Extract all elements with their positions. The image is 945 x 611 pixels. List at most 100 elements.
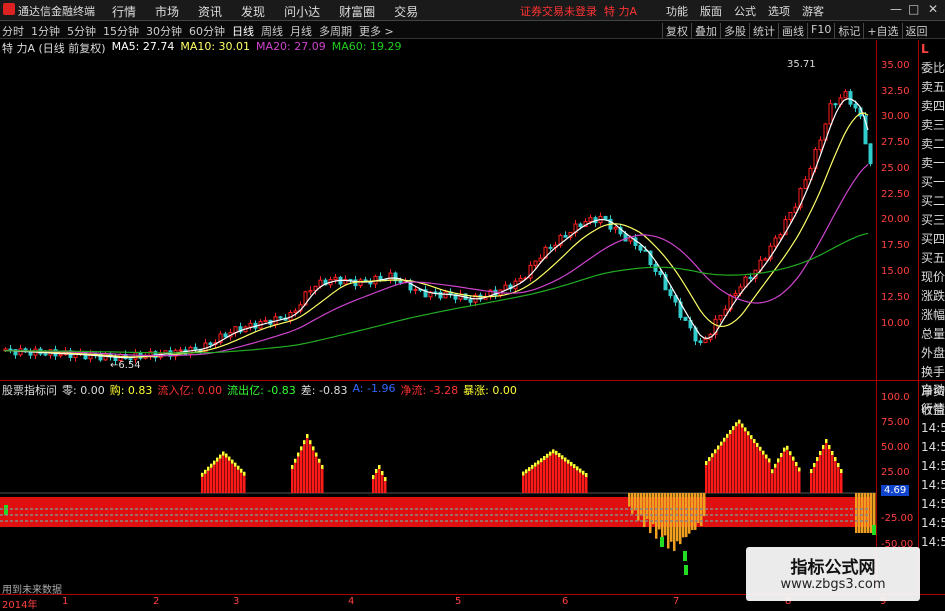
maximize-icon[interactable]: □ — [908, 2, 919, 16]
tool-multi-stock[interactable]: 多股 — [720, 23, 749, 39]
inflow-bar — [207, 470, 210, 493]
menu-trade[interactable]: 交易 — [394, 3, 418, 20]
inflow-bar — [756, 446, 759, 493]
inflow-bar — [312, 450, 315, 493]
inflow-cap — [708, 457, 711, 462]
time-label: 3 — [233, 596, 240, 607]
menu-formula[interactable]: 公式 — [734, 3, 756, 19]
menu-options[interactable]: 选项 — [768, 3, 790, 19]
inflow-bar — [231, 463, 234, 493]
inflow-cap — [798, 467, 801, 472]
tool-back[interactable]: 返回 — [901, 23, 931, 39]
indicator-current-value: 4.69 — [881, 485, 910, 496]
tool-draw[interactable]: 画线 — [778, 23, 807, 39]
candle — [658, 270, 663, 276]
tool-adjust[interactable]: 复权 — [662, 23, 691, 39]
side-item[interactable]: 涨幅 — [919, 306, 945, 325]
inflow-bar — [834, 461, 837, 493]
tab-intraday[interactable]: 分时 — [2, 23, 24, 39]
side-item[interactable]: 卖四 — [919, 97, 945, 116]
inflow-cap — [579, 468, 582, 473]
side-item[interactable]: 行情 — [919, 400, 945, 419]
tab-multi-period[interactable]: 多周期 — [319, 23, 352, 39]
indicator-tick: -25.00 — [881, 513, 914, 524]
outflow-bar — [861, 493, 864, 533]
inflow-cap — [522, 471, 525, 476]
side-item[interactable]: 买四 — [919, 230, 945, 249]
menu-wealth[interactable]: 财富圈 — [339, 3, 375, 20]
side-item[interactable]: 卖五 — [919, 78, 945, 97]
minimize-icon[interactable]: — — [890, 2, 902, 16]
inflow-bar — [771, 473, 774, 493]
tab-5min[interactable]: 5分钟 — [67, 23, 96, 39]
inflow-bar — [840, 473, 843, 493]
inflow-cap — [555, 450, 558, 455]
menu-function[interactable]: 功能 — [666, 3, 688, 19]
inflow-cap — [210, 463, 213, 468]
candle — [358, 279, 363, 287]
menu-layout[interactable]: 版面 — [700, 3, 722, 19]
side-item[interactable]: 涨跌 — [919, 287, 945, 306]
side-item[interactable]: 总量 — [919, 325, 945, 344]
tool-add-watch[interactable]: +自选 — [863, 23, 901, 39]
menu-discover[interactable]: 发现 — [241, 3, 265, 20]
side-item[interactable]: 买一 — [919, 173, 945, 192]
outflow-bar — [661, 493, 664, 544]
menu-ask[interactable]: 问小达 — [284, 3, 320, 20]
indicator-tick: 100.0 — [881, 392, 910, 403]
inflow-cap — [546, 453, 549, 458]
close-icon[interactable]: ✕ — [928, 2, 938, 16]
menu-guest[interactable]: 游客 — [802, 3, 824, 19]
tab-daily[interactable]: 日线 — [232, 23, 254, 39]
tool-overlay[interactable]: 叠加 — [691, 23, 720, 39]
side-item[interactable]: 卖一 — [919, 154, 945, 173]
menu-quotes[interactable]: 行情 — [112, 3, 136, 20]
inflow-bar — [711, 457, 714, 493]
tab-60min[interactable]: 60分钟 — [189, 23, 225, 39]
tool-mark[interactable]: 标记 — [834, 23, 863, 39]
inflow-bar — [747, 435, 750, 493]
inflow-bar — [795, 466, 798, 493]
inflow-bar — [735, 426, 738, 493]
inflow-cap — [552, 449, 555, 454]
inflow-cap — [711, 453, 714, 458]
candle — [193, 346, 198, 350]
inflow-bar — [234, 466, 237, 493]
candle — [848, 91, 853, 105]
side-item[interactable]: 卖三 — [919, 116, 945, 135]
inflow-cap — [825, 439, 828, 443]
side-item[interactable]: 现价 — [919, 268, 945, 287]
inflow-cap — [309, 440, 312, 445]
tool-f10[interactable]: F10 — [807, 23, 834, 39]
inflow-bar — [558, 457, 561, 493]
inflow-cap — [576, 466, 579, 471]
side-item[interactable]: 自动 — [919, 381, 945, 400]
inflow-bar — [705, 465, 708, 493]
menu-news[interactable]: 资讯 — [198, 3, 222, 20]
side-item[interactable]: 委比 — [919, 59, 945, 78]
time-label: 5 — [455, 596, 462, 607]
price-tick: 10.00 — [881, 318, 910, 329]
menu-market[interactable]: 市场 — [155, 3, 179, 20]
indicator-chart[interactable] — [0, 381, 876, 593]
side-item[interactable]: 外盘 — [919, 344, 945, 363]
tab-more[interactable]: 更多 > — [359, 23, 394, 39]
tab-15min[interactable]: 15分钟 — [103, 23, 139, 39]
candle — [83, 351, 88, 360]
side-item[interactable]: 买三 — [919, 211, 945, 230]
inflow-cap — [222, 451, 225, 456]
time-label: 4 — [348, 596, 355, 607]
price-chart[interactable]: 35.71 ←6.54 — [0, 40, 876, 380]
inflow-cap — [771, 469, 774, 474]
inflow-bar — [816, 461, 819, 493]
side-item[interactable]: 买二 — [919, 192, 945, 211]
tab-1min[interactable]: 1分钟 — [31, 23, 60, 39]
side-item[interactable]: 卖二 — [919, 135, 945, 154]
tab-30min[interactable]: 30分钟 — [146, 23, 182, 39]
tool-stats[interactable]: 统计 — [749, 23, 778, 39]
price-tick: 12.50 — [881, 292, 910, 303]
tab-monthly[interactable]: 月线 — [290, 23, 312, 39]
inflow-cap — [201, 472, 204, 477]
tab-weekly[interactable]: 周线 — [261, 23, 283, 39]
side-item[interactable]: 买五 — [919, 249, 945, 268]
